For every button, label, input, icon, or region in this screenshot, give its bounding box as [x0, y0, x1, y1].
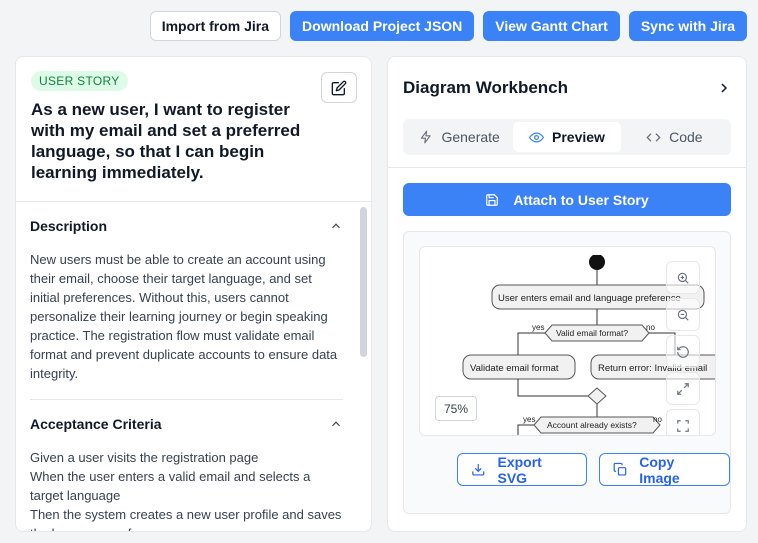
export-svg-label: Export SVG: [497, 453, 542, 486]
sync-with-jira-button[interactable]: Sync with Jira: [628, 11, 747, 41]
workbench-divider: [388, 167, 746, 168]
criteria-line: Then the system creates a new user profi…: [30, 507, 342, 531]
edit-story-button[interactable]: [321, 72, 357, 103]
copy-icon: [613, 462, 627, 476]
user-story-panel: USER STORY As a new user, I want to regi…: [15, 56, 372, 532]
tab-preview[interactable]: Preview: [513, 122, 621, 152]
no-label: no: [646, 323, 655, 332]
merge-node: [587, 387, 607, 405]
fit-to-screen-button[interactable]: [666, 372, 700, 405]
zoom-out-button[interactable]: [666, 298, 700, 331]
criteria-line: Given a user visits the registration pag…: [30, 450, 259, 465]
view-gantt-chart-button[interactable]: View Gantt Chart: [483, 11, 620, 41]
diagram-canvas: User enters email and language preferenc…: [403, 231, 731, 514]
eye-icon: [529, 131, 545, 143]
fullscreen-button[interactable]: [666, 409, 700, 435]
copy-image-button[interactable]: Copy Image: [598, 453, 730, 486]
acceptance-criteria-section: Acceptance Criteria Given a user visits …: [30, 400, 343, 531]
tab-generate-label: Generate: [441, 129, 500, 145]
description-text: New users must be able to create an acco…: [30, 252, 338, 381]
diagram-workbench-panel: Diagram Workbench Generate Preview Code …: [387, 56, 747, 532]
chevron-up-icon: [332, 421, 340, 427]
copy-image-label: Copy Image: [639, 453, 680, 486]
story-scroll-area[interactable]: Description New users must be able to cr…: [16, 202, 371, 531]
tab-generate[interactable]: Generate: [406, 122, 513, 152]
attach-label: Attach to User Story: [513, 191, 649, 208]
description-section: Description New users must be able to cr…: [30, 202, 343, 400]
import-from-jira-button[interactable]: Import from Jira: [149, 11, 282, 41]
top-toolbar: Import from Jira Download Project JSON V…: [149, 11, 747, 41]
story-title: As a new user, I want to register with m…: [31, 100, 301, 182]
description-toggle[interactable]: Description: [30, 202, 343, 250]
rotate-ccw-icon: [677, 345, 689, 358]
tab-code[interactable]: Code: [621, 122, 728, 152]
fullscreen-icon: [677, 419, 689, 432]
zoom-in-button[interactable]: [666, 261, 700, 294]
tab-code-label: Code: [669, 129, 703, 145]
no-label: no: [653, 415, 662, 424]
start-node: [589, 255, 605, 270]
chevron-up-icon: [332, 223, 340, 229]
lightning-icon: [421, 130, 432, 144]
download-project-json-button[interactable]: Download Project JSON: [290, 11, 475, 41]
criteria-line: When the user enters a valid email and s…: [30, 469, 311, 503]
attach-to-user-story-button[interactable]: Attach to User Story: [403, 183, 731, 216]
workbench-title: Diagram Workbench: [403, 78, 569, 97]
workbench-tabs: Generate Preview Code: [403, 119, 731, 155]
decision-valid-email-label: Valid email format?: [556, 328, 628, 338]
reset-zoom-button[interactable]: [666, 335, 700, 368]
user-story-badge: USER STORY: [31, 71, 128, 91]
acceptance-criteria-toggle[interactable]: Acceptance Criteria: [30, 400, 343, 448]
decision-account-exists-label: Account already exists?: [547, 420, 637, 430]
diagram-viewer[interactable]: User enters email and language preferenc…: [419, 246, 716, 436]
expand-icon: [677, 382, 689, 395]
tab-preview-label: Preview: [552, 129, 605, 145]
story-header: USER STORY As a new user, I want to regi…: [16, 57, 371, 202]
node-enter-email-label: User enters email and language preferenc…: [498, 293, 681, 304]
zoom-in-icon: [677, 272, 689, 284]
chevron-right-icon[interactable]: [716, 80, 732, 96]
download-icon: [472, 464, 485, 476]
scrollbar-thumb[interactable]: [360, 207, 367, 357]
yes-label: yes: [532, 323, 544, 332]
acceptance-criteria-list: Given a user visits the registration pag…: [30, 448, 343, 531]
zoom-out-icon: [677, 309, 689, 321]
acceptance-criteria-heading: Acceptance Criteria: [30, 416, 162, 432]
description-heading: Description: [30, 218, 108, 234]
workbench-header: Diagram Workbench: [388, 57, 746, 119]
export-svg-button[interactable]: Export SVG: [457, 453, 587, 486]
save-icon: [486, 193, 499, 206]
zoom-controls: [666, 261, 700, 435]
edit-icon: [331, 80, 347, 95]
node-validate-email-label: Validate email format: [470, 363, 559, 374]
yes-label: yes: [523, 415, 535, 424]
zoom-level-indicator: 75%: [435, 396, 478, 421]
export-actions: Export SVG Copy Image: [457, 453, 730, 486]
code-icon: [646, 132, 661, 142]
